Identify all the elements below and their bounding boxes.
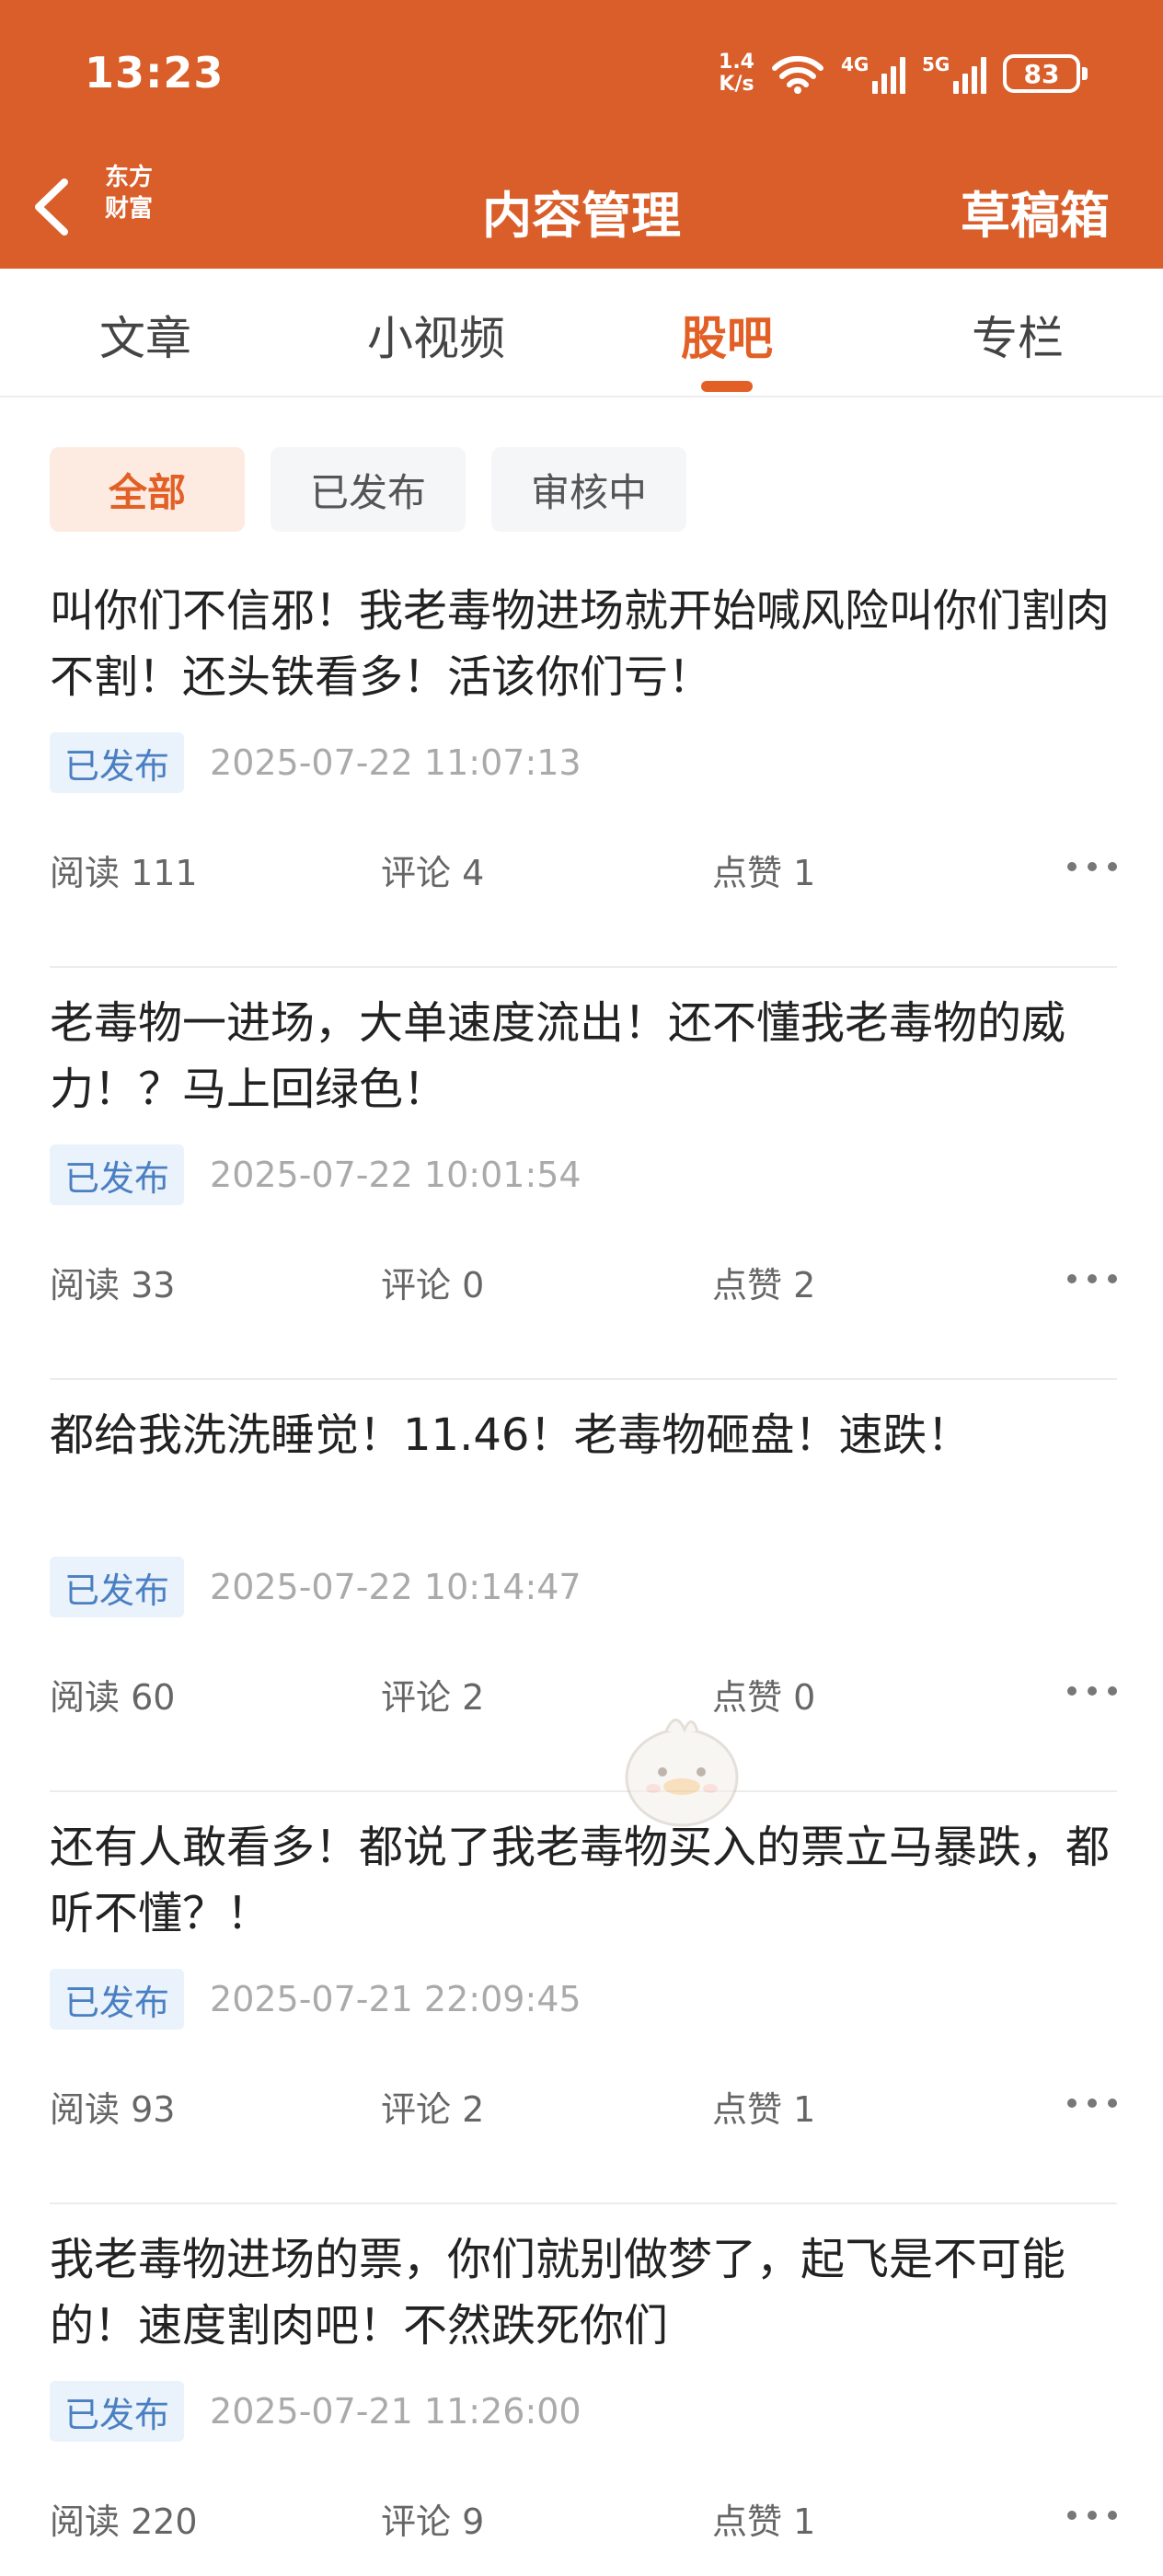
post-item[interactable]: 我老毒物进场的票，你们就别做梦了，起飞是不可能的！速度割肉吧！不然跌死你们 已发… [50,2204,1117,2576]
network-speed: 1.4 K/s [719,52,754,96]
signal-4g-icon: 4G [841,53,905,94]
post-meta: 已发布 2025-07-22 10:01:54 [50,1144,582,1205]
post-text: 叫你们不信邪！我老毒物进场就开始喊风险叫你们割肉不割！还头铁看多！活该你们亏！ [50,585,1111,703]
post-stats: 阅读 220 评论 9 点赞 1 [50,2493,1117,2548]
status-time: 13:23 [85,48,225,98]
read-count: 阅读 33 [50,1265,176,1305]
post-item[interactable]: 还有人敢看多！都说了我老毒物买入的票立马暴跌，都听不懂？！ 已发布 2025-0… [50,1792,1117,2204]
post-item[interactable]: 老毒物一进场，大单速度流出！还不懂我老毒物的威力！？马上回绿色！ 已发布 202… [50,968,1117,1380]
status-badge: 已发布 [50,2381,185,2442]
more-dots-icon[interactable] [1067,1270,1117,1288]
status-bar: 13:23 1.4 K/s 4G 5G 83 [0,0,1163,147]
read-count: 阅读 220 [50,2501,198,2542]
comment-count: 评论 4 [381,853,485,893]
post-meta: 已发布 2025-07-22 11:07:13 [50,732,582,793]
read-count: 阅读 111 [50,853,198,893]
comment-count: 评论 2 [381,2089,485,2130]
signal-5g-label: 5G [922,53,950,75]
comment-count: 评论 2 [381,1677,485,1718]
post-meta: 已发布 2025-07-22 10:14:47 [50,1557,582,1617]
network-speed-value: 1.4 [719,51,754,74]
status-badge: 已发布 [50,732,185,793]
status-icons: 1.4 K/s 4G 5G 83 [719,44,1088,103]
read-count: 阅读 93 [50,2089,176,2130]
post-text: 还有人敢看多！都说了我老毒物买入的票立马暴跌，都听不懂？！ [50,1822,1111,1939]
post-text: 都给我洗洗睡觉！11.46！老毒物砸盘！速跌！ [50,1409,972,1461]
filter-all[interactable]: 全部 [50,447,245,532]
tab-label: 股吧 [681,312,773,365]
battery-icon: 83 [1003,54,1088,93]
more-dots-icon[interactable] [1067,2094,1117,2112]
status-badge: 已发布 [50,1144,185,1205]
status-filters: 全部 已发布 审核中 [50,447,686,532]
post-meta: 已发布 2025-07-21 11:26:00 [50,2381,582,2442]
post-date: 2025-07-22 11:07:13 [210,742,582,783]
like-count: 点赞 2 [712,1265,816,1305]
tab-label: 专栏 [972,312,1064,365]
content-tabs: 文章 小视频 股吧 专栏 [0,269,1163,397]
like-count: 点赞 1 [712,2089,816,2130]
status-badge: 已发布 [50,1557,185,1617]
drafts-button[interactable]: 草稿箱 [961,175,1110,247]
app-header: 13:23 1.4 K/s 4G 5G 83 东方 财富 内容管理 草稿箱 [0,0,1163,269]
post-text: 老毒物一进场，大单速度流出！还不懂我老毒物的威力！？马上回绿色！ [50,997,1066,1115]
post-date: 2025-07-22 10:01:54 [210,1155,582,1195]
post-item[interactable]: 都给我洗洗睡觉！11.46！老毒物砸盘！速跌！ 已发布 2025-07-22 1… [50,1380,1117,1792]
signal-5g-icon: 5G [922,53,986,94]
post-date: 2025-07-21 22:09:45 [210,1979,582,2019]
signal-4g-label: 4G [841,53,869,75]
active-tab-indicator [701,381,753,392]
more-dots-icon[interactable] [1067,2506,1117,2524]
post-date: 2025-07-22 10:14:47 [210,1567,582,1607]
network-speed-unit: K/s [719,73,754,96]
wifi-icon [772,55,823,94]
like-count: 点赞 1 [712,2501,816,2542]
tab-label: 小视频 [367,312,505,365]
battery-level: 83 [1023,58,1060,89]
post-stats: 阅读 111 评论 4 点赞 1 [50,845,1117,900]
filter-under-review[interactable]: 审核中 [491,447,686,532]
more-dots-icon[interactable] [1067,1682,1117,1700]
post-stats: 阅读 60 评论 2 点赞 0 [50,1669,1117,1724]
filter-published[interactable]: 已发布 [271,447,466,532]
like-count: 点赞 1 [712,853,816,893]
tab-columns[interactable]: 专栏 [872,269,1163,396]
post-list: 叫你们不信邪！我老毒物进场就开始喊风险叫你们割肉不割！还头铁看多！活该你们亏！ … [50,556,1117,2576]
nav-bar: 东方 财富 内容管理 草稿箱 [0,147,1163,269]
more-dots-icon[interactable] [1067,857,1117,876]
post-stats: 阅读 93 评论 2 点赞 1 [50,2081,1117,2136]
post-date: 2025-07-21 11:26:00 [210,2391,582,2432]
post-item[interactable]: 叫你们不信邪！我老毒物进场就开始喊风险叫你们割肉不割！还头铁看多！活该你们亏！ … [50,556,1117,968]
read-count: 阅读 60 [50,1677,176,1718]
tab-short-videos[interactable]: 小视频 [291,269,582,396]
post-text: 我老毒物进场的票，你们就别做梦了，起飞是不可能的！速度割肉吧！不然跌死你们 [50,2234,1066,2352]
post-stats: 阅读 33 评论 0 点赞 2 [50,1257,1117,1312]
post-meta: 已发布 2025-07-21 22:09:45 [50,1969,582,2030]
comment-count: 评论 9 [381,2501,485,2542]
tab-articles[interactable]: 文章 [0,269,291,396]
comment-count: 评论 0 [381,1265,485,1305]
tab-label: 文章 [99,312,191,365]
status-badge: 已发布 [50,1969,185,2030]
tab-guba[interactable]: 股吧 [582,269,872,396]
mascot-icon[interactable] [620,1704,743,1833]
